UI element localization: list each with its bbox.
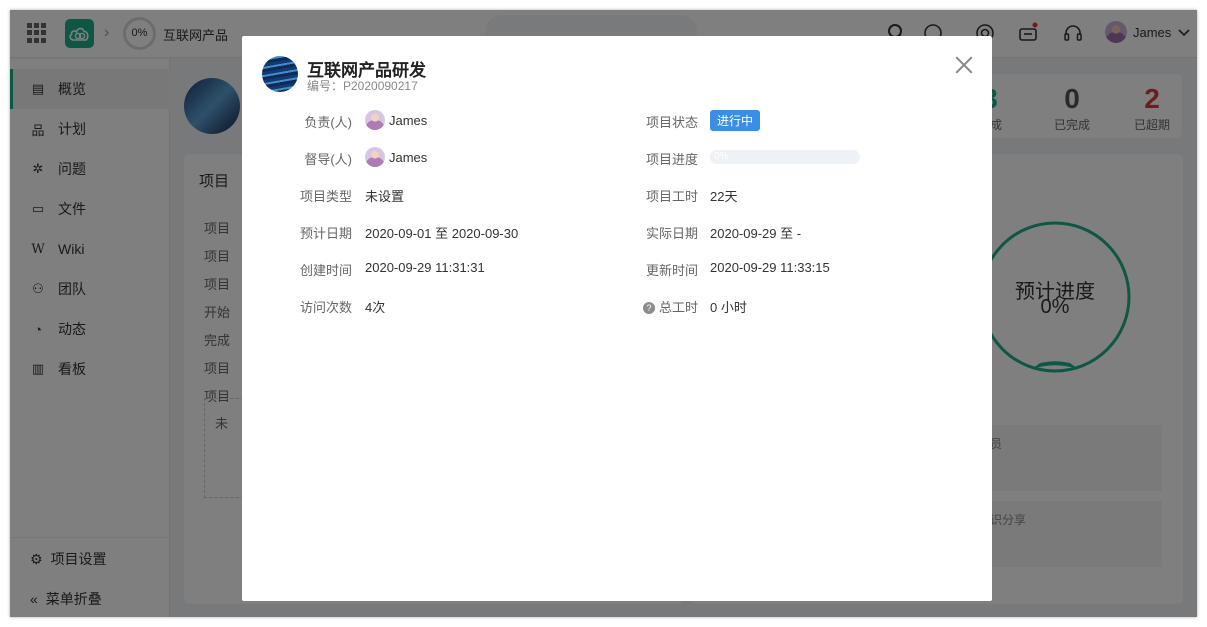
app-window: › 0% 互联网产品 James ▤ 概览 品 <box>10 10 1197 617</box>
work-hours-value: 22天 <box>710 189 738 204</box>
status-label: 项目状态 <box>645 115 698 130</box>
total-hours-label: ? 总工时 <box>588 297 698 316</box>
actual-date-label: 实际日期 <box>645 226 698 241</box>
owner-label: 负责(人) <box>304 115 352 130</box>
supervisor-value[interactable]: James <box>365 147 427 167</box>
owner-value[interactable]: James <box>365 110 427 130</box>
question-icon[interactable]: ? <box>642 302 655 314</box>
planned-date-value: 2020-09-01 至 2020-09-30 <box>365 226 519 241</box>
project-avatar <box>262 56 298 92</box>
avatar <box>365 147 385 167</box>
planned-date-label: 预计日期 <box>299 226 352 241</box>
visits-value: 4次 <box>365 300 386 315</box>
project-type-value: 未设置 <box>365 189 405 204</box>
created-time-value: 2020-09-29 11:31:31 <box>365 260 485 275</box>
total-hours-text: 总工时 <box>658 300 698 315</box>
created-time-label: 创建时间 <box>299 263 352 278</box>
visits-label: 访问次数 <box>299 300 352 315</box>
total-hours-value: 0 小时 <box>710 300 747 315</box>
progress-label: 项目进度 <box>645 152 698 167</box>
close-button[interactable] <box>952 53 976 77</box>
project-code: 编号：P2020090217 <box>307 79 418 93</box>
avatar <box>365 110 385 130</box>
owner-name: James <box>389 112 428 128</box>
updated-time-value: 2020-09-29 11:33:15 <box>710 260 830 275</box>
supervisor-name: James <box>389 149 428 165</box>
progress-bar-text: 0% <box>714 151 729 162</box>
updated-time-label: 更新时间 <box>645 263 698 278</box>
progress-value: 0% <box>710 150 860 164</box>
actual-date-value: 2020-09-29 至 - <box>710 226 802 241</box>
status-badge: 进行中 <box>710 110 761 131</box>
project-detail-modal: 互联网产品研发 编号：P2020090217 负责(人) James 督导(人)… <box>242 36 992 601</box>
work-hours-label: 项目工时 <box>645 189 698 204</box>
progress-bar: 0% <box>710 150 860 164</box>
project-type-label: 项目类型 <box>299 189 352 204</box>
supervisor-label: 督导(人) <box>304 152 352 167</box>
status-value: 进行中 <box>710 110 761 131</box>
